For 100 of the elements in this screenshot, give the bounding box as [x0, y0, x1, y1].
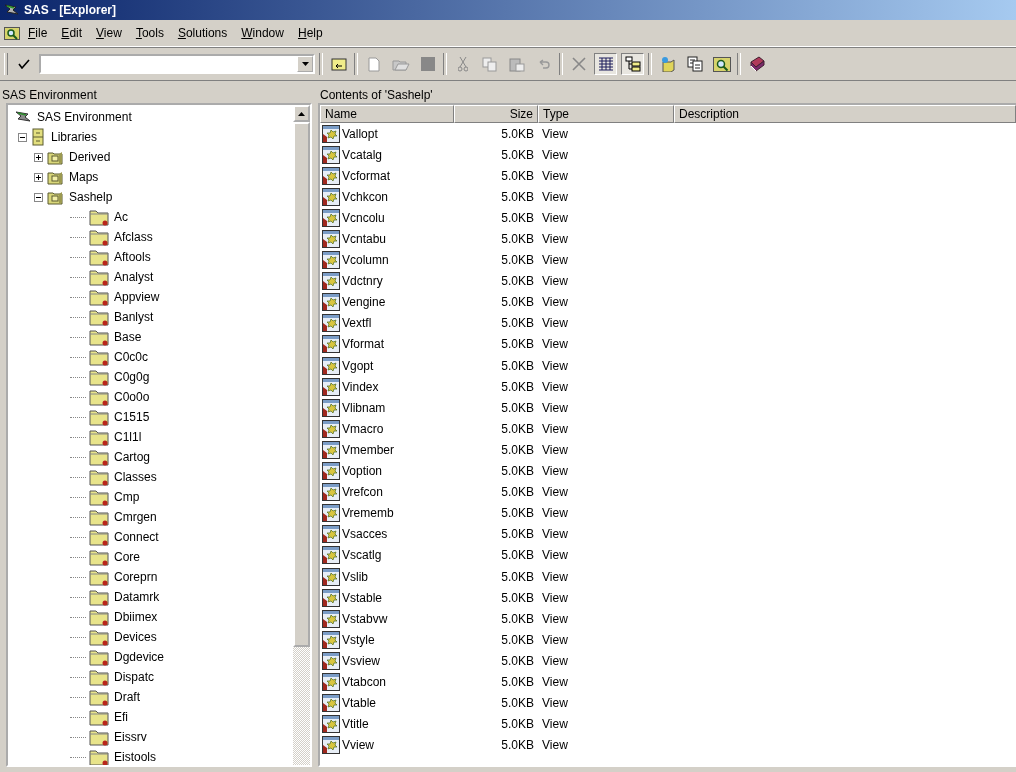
tree-item[interactable]: Analyst	[112, 270, 156, 284]
folder-icon	[89, 368, 109, 386]
scroll-up-button[interactable]	[293, 105, 310, 122]
type-cell-text: View	[541, 506, 569, 521]
file-name[interactable]: Vallopt	[341, 126, 379, 141]
file-name[interactable]: Vscatlg	[341, 548, 383, 563]
file-name[interactable]: Vrememb	[341, 506, 395, 521]
folder-icon	[89, 648, 109, 666]
size-cell-text: 5.0KB	[500, 569, 535, 584]
command-field[interactable]	[39, 54, 315, 74]
tree-item[interactable]: Cmrgen	[112, 510, 159, 524]
tree-item[interactable]: Eissrv	[112, 730, 149, 744]
tree-item[interactable]: Appview	[112, 290, 162, 304]
type-cell-text: View	[541, 316, 569, 331]
tree-item[interactable]: Dbiimex	[112, 610, 160, 624]
size-cell-text: 5.0KB	[500, 653, 535, 668]
file-name[interactable]: Vlibnam	[341, 400, 387, 415]
menu-item[interactable]: Solutions	[171, 25, 234, 41]
menu-item[interactable]: View	[90, 25, 128, 41]
expand-icon[interactable]	[34, 172, 43, 182]
tree-item[interactable]: Classes	[112, 470, 159, 484]
tree-item[interactable]: Maps	[67, 170, 101, 184]
tree-item[interactable]: Core	[112, 550, 142, 564]
file-name[interactable]: Vtabcon	[341, 675, 388, 689]
tree-item[interactable]: Banlyst	[112, 310, 156, 324]
file-name[interactable]: Vformat	[341, 337, 385, 352]
menu-item[interactable]: File	[22, 25, 54, 41]
tree-item[interactable]: Afclass	[112, 230, 155, 244]
tree-item[interactable]: Aftools	[112, 250, 153, 264]
file-name[interactable]: Vchkcon	[341, 189, 390, 204]
tree-item[interactable]: Eistools	[112, 750, 159, 764]
tree-item[interactable]: C1515	[112, 410, 152, 424]
tree-item[interactable]: Devices	[112, 630, 159, 644]
tree-item[interactable]: Connect	[112, 530, 161, 544]
file-name[interactable]: Vstyle	[341, 632, 376, 647]
scrollbar-thumb[interactable]	[293, 122, 310, 647]
tree-item[interactable]: C0g0g	[112, 370, 152, 384]
file-name[interactable]: Vengine	[341, 295, 387, 310]
menu-item[interactable]: Tools	[129, 25, 170, 41]
pane-header: Contents of 'Sashelp'	[319, 87, 434, 103]
menu-item[interactable]: Help	[291, 25, 329, 41]
file-name[interactable]: Vsview	[341, 653, 381, 668]
expand-icon[interactable]	[34, 152, 43, 162]
tree-item[interactable]: Cmp	[112, 490, 142, 504]
file-name[interactable]: Vstable	[341, 590, 384, 605]
file-name[interactable]: Vmember	[341, 442, 395, 457]
view-icon	[322, 462, 340, 481]
tree-item[interactable]: Dgdevice	[112, 650, 167, 664]
tree-item[interactable]: Efi	[112, 710, 130, 724]
file-name[interactable]: Voption	[341, 464, 384, 479]
file-name[interactable]: Vmacro	[341, 421, 385, 436]
file-name[interactable]: Vtitle	[341, 717, 370, 732]
size-cell-text: 5.0KB	[500, 358, 535, 373]
file-name[interactable]: Vcatalg	[341, 147, 384, 162]
tree-item[interactable]: Cartog	[112, 450, 153, 464]
tree-view-icon[interactable]	[621, 53, 644, 75]
tree-item[interactable]: Libraries	[49, 130, 100, 144]
tree-item[interactable]: Ac	[112, 210, 130, 224]
file-name[interactable]: Vstabvw	[341, 611, 389, 626]
file-name[interactable]: Vview	[341, 738, 375, 753]
file-name[interactable]: Vindex	[341, 379, 380, 394]
folder-icon	[89, 208, 109, 226]
file-name[interactable]: Vcolumn	[341, 253, 390, 268]
file-name[interactable]: Vcncolu	[341, 210, 386, 225]
tree-item[interactable]: C0o0o	[112, 390, 152, 404]
tree-item[interactable]: Datamrk	[112, 590, 162, 604]
file-name[interactable]: Vslib	[341, 569, 369, 584]
file-name[interactable]: Vrefcon	[341, 485, 384, 500]
menu-item[interactable]: Window	[235, 25, 290, 41]
tree-item[interactable]: Sashelp	[67, 190, 115, 204]
view-icon	[322, 208, 340, 227]
file-name[interactable]: Vtable	[341, 696, 378, 711]
tree-item[interactable]: C0c0c	[112, 350, 150, 364]
file-name[interactable]: Vcntabu	[341, 232, 388, 246]
file-name[interactable]: Vextfl	[341, 316, 373, 331]
type-cell-text: View	[541, 675, 569, 689]
menu-item[interactable]: Edit	[55, 25, 89, 41]
tree-item[interactable]: Coreprn	[112, 570, 160, 584]
file-name[interactable]: Vdctnry	[341, 274, 384, 289]
tree-item[interactable]: Base	[112, 330, 144, 344]
tree-item[interactable]: SAS Environment	[35, 110, 134, 124]
file-name[interactable]: Vsacces	[341, 527, 389, 542]
size-cell-text: 5.0KB	[500, 696, 535, 711]
column-header[interactable]: Type	[538, 105, 674, 123]
view-icon	[322, 651, 340, 670]
type-cell-text: View	[541, 464, 569, 479]
tree-item[interactable]: C1l1l	[112, 430, 144, 444]
view-icon	[322, 314, 340, 333]
folder-icon	[89, 568, 109, 586]
details-view-icon[interactable]	[594, 53, 617, 75]
file-name[interactable]: Vcformat	[341, 168, 391, 183]
tree-item[interactable]: Derived	[67, 150, 113, 164]
collapse-icon[interactable]	[34, 192, 43, 202]
column-header[interactable]: Name	[320, 105, 454, 123]
collapse-icon[interactable]	[18, 132, 27, 142]
file-name[interactable]: Vgopt	[341, 358, 375, 373]
column-header[interactable]: Size	[454, 105, 538, 123]
tree-item[interactable]: Draft	[112, 690, 142, 704]
column-header[interactable]: Description	[674, 105, 1016, 123]
tree-item[interactable]: Dispatc	[112, 670, 156, 684]
